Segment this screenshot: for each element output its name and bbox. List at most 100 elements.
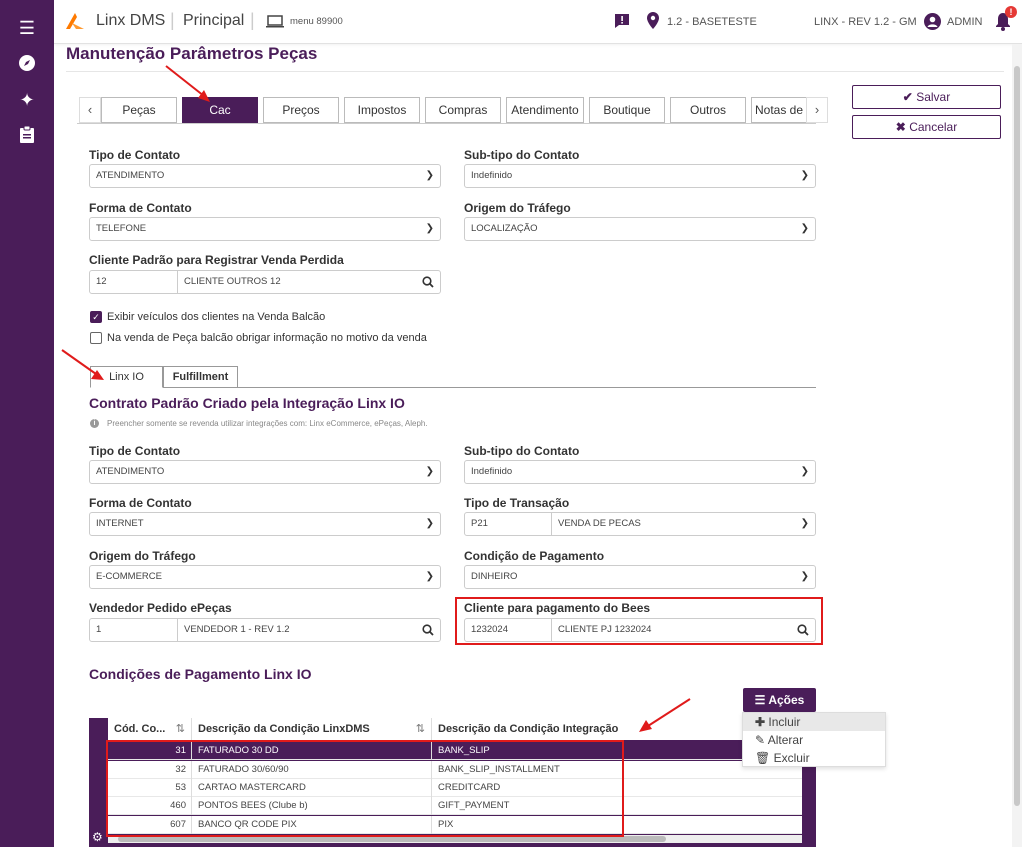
menu-item-alterar[interactable]: ✎ Alterar — [743, 731, 885, 749]
user-avatar-icon[interactable] — [924, 13, 941, 35]
subtipo-contato-label: Sub-tipo do Contato — [464, 148, 580, 162]
io-tipo-transacao-code[interactable]: P21 — [465, 513, 552, 535]
top-bar: Linx DMS | Principal | menu 89900 1.2 - … — [54, 0, 1022, 44]
trash-icon: 🗑 — [755, 751, 771, 765]
sort-icon[interactable]: ⇅ — [176, 718, 185, 740]
sidebar: ☰ ✦ — [0, 0, 54, 847]
tipo-contato-label: Tipo de Contato — [89, 148, 181, 162]
io-vendedor-label: Vendedor Pedido ePeças — [89, 601, 232, 615]
plus-icon: ✚ — [755, 715, 766, 729]
annotation-arrow — [639, 698, 691, 732]
search-icon[interactable] — [422, 619, 434, 641]
hamburger-menu-icon[interactable]: ☰ — [0, 18, 54, 38]
io-subtipo-contato-select[interactable]: Indefinido ❯ — [464, 460, 816, 484]
tipo-contato-select[interactable]: ATENDIMENTO ❯ — [89, 164, 441, 188]
chevron-down-icon: ❯ — [425, 223, 434, 234]
page-title: Manutenção Parâmetros Peças — [66, 44, 318, 63]
page-scrollbar-thumb[interactable] — [1014, 66, 1020, 806]
module-title: Principal — [183, 12, 245, 29]
annotation-highlight-box — [455, 597, 823, 645]
revision-label: LINX - REV 1.2 - GM — [814, 16, 917, 28]
divider: | — [170, 10, 175, 30]
column-header-descricao-dms[interactable]: Descrição da Condição LinxDMS ⇅ — [192, 718, 432, 740]
io-tipo-transacao-value: VENDA DE PECAS — [558, 518, 641, 529]
io-condicao-pagamento-label: Condição de Pagamento — [464, 549, 605, 563]
annotation-arrow — [61, 349, 104, 380]
tab-compras[interactable]: Compras — [425, 97, 501, 123]
cliente-padrao-label: Cliente Padrão para Registrar Venda Perd… — [89, 253, 344, 267]
cliente-padrao-code[interactable]: 12 — [90, 271, 178, 293]
laptop-icon — [266, 15, 284, 33]
cancel-button[interactable]: ✖ Cancelar — [852, 115, 1001, 139]
tab-notas[interactable]: Notas de — [751, 97, 807, 123]
io-vendedor-code[interactable]: 1 — [90, 619, 178, 641]
actions-dropdown-menu: ✚ Incluir ✎ Alterar 🗑 Excluir — [742, 712, 886, 767]
check-icon: ✔ — [902, 90, 913, 104]
exibir-veiculos-checkbox[interactable]: ✓ — [90, 311, 102, 323]
io-forma-contato-select[interactable]: INTERNET ❯ — [89, 512, 441, 536]
tab-atendimento[interactable]: Atendimento — [506, 97, 584, 123]
obrigar-motivo-checkbox[interactable] — [90, 332, 102, 344]
exibir-veiculos-label: Exibir veículos dos clientes na Venda Ba… — [107, 311, 326, 323]
origem-trafego-label: Origem do Tráfego — [464, 201, 571, 215]
payment-conditions-title: Condições de Pagamento Linx IO — [89, 666, 312, 682]
io-origem-trafego-label: Origem do Tráfego — [89, 549, 196, 563]
tab-boutique[interactable]: Boutique — [589, 97, 665, 123]
search-icon[interactable] — [422, 271, 434, 293]
linx-logo-icon — [64, 11, 86, 36]
annotation-highlight-box — [106, 740, 624, 837]
tabs-next-arrow[interactable]: › — [806, 97, 828, 123]
io-condicao-pagamento-select[interactable]: DINHEIRO ❯ — [464, 565, 816, 589]
chevron-down-icon: ❯ — [425, 571, 434, 582]
cliente-padrao-lookup[interactable]: 12 CLIENTE OUTROS 12 — [89, 270, 441, 294]
chevron-down-icon: ❯ — [800, 571, 809, 582]
linxio-section-title: Contrato Padrão Criado pela Integração L… — [89, 395, 405, 411]
io-origem-trafego-select[interactable]: E-COMMERCE ❯ — [89, 565, 441, 589]
io-vendedor-lookup[interactable]: 1 VENDEDOR 1 - REV 1.2 — [89, 618, 441, 642]
tabs-prev-arrow[interactable]: ‹ — [79, 97, 101, 123]
forma-contato-select[interactable]: TELEFONE ❯ — [89, 217, 441, 241]
origem-trafego-select[interactable]: LOCALIZAÇÃO ❯ — [464, 217, 816, 241]
chevron-down-icon: ❯ — [425, 170, 434, 181]
actions-button[interactable]: ☰ Ações — [743, 688, 816, 712]
save-button[interactable]: ✔ Salvar — [852, 85, 1001, 109]
page-scrollbar[interactable] — [1012, 44, 1022, 847]
compass-icon[interactable] — [0, 54, 54, 76]
gear-icon[interactable]: ⚙ — [92, 830, 103, 844]
io-tipo-contato-label: Tipo de Contato — [89, 444, 181, 458]
location-pin-icon[interactable] — [647, 12, 659, 34]
io-tipo-contato-select[interactable]: ATENDIMENTO ❯ — [89, 460, 441, 484]
chat-alert-icon[interactable] — [614, 13, 630, 34]
chevron-down-icon: ❯ — [800, 170, 809, 181]
io-forma-contato-label: Forma de Contato — [89, 496, 192, 510]
tabs-underline — [77, 123, 816, 124]
user-name[interactable]: ADMIN — [947, 16, 982, 28]
chevron-down-icon: ❯ — [800, 466, 809, 477]
sort-icon[interactable]: ⇅ — [416, 718, 425, 740]
cliente-padrao-name: CLIENTE OUTROS 12 — [184, 276, 281, 287]
subtipo-contato-select[interactable]: Indefinido ❯ — [464, 164, 816, 188]
divider: | — [250, 10, 255, 30]
tab-outros[interactable]: Outros — [670, 97, 746, 123]
io-tipo-transacao-select[interactable]: P21 VENDA DE PECAS ❯ — [464, 512, 816, 536]
info-icon: i — [90, 419, 99, 428]
company-label[interactable]: 1.2 - BASETESTE — [667, 16, 757, 28]
io-vendedor-name: VENDEDOR 1 - REV 1.2 — [184, 624, 290, 635]
tab-precos[interactable]: Preços — [263, 97, 339, 123]
chevron-down-icon: ❯ — [425, 466, 434, 477]
subtab-fulfillment[interactable]: Fulfillment — [163, 366, 238, 388]
subtabs-underline — [238, 387, 816, 388]
menu-item-excluir[interactable]: 🗑 Excluir — [743, 749, 885, 767]
menu-code: menu 89900 — [290, 16, 343, 27]
edit-icon: ✎ — [755, 733, 766, 747]
linxio-hint: Preencher somente se revenda utilizar in… — [107, 419, 428, 428]
column-header-codigo[interactable]: Cód. Co... ⇅ — [108, 718, 192, 740]
clipboard-icon[interactable] — [0, 125, 54, 147]
sparkles-icon[interactable]: ✦ — [0, 90, 54, 110]
annotation-arrow — [165, 65, 210, 102]
chevron-down-icon: ❯ — [800, 223, 809, 234]
app-logo-text: Linx DMS — [96, 12, 166, 29]
menu-item-incluir[interactable]: ✚ Incluir — [743, 713, 885, 731]
chevron-down-icon: ❯ — [425, 518, 434, 529]
tab-impostos[interactable]: Impostos — [344, 97, 420, 123]
